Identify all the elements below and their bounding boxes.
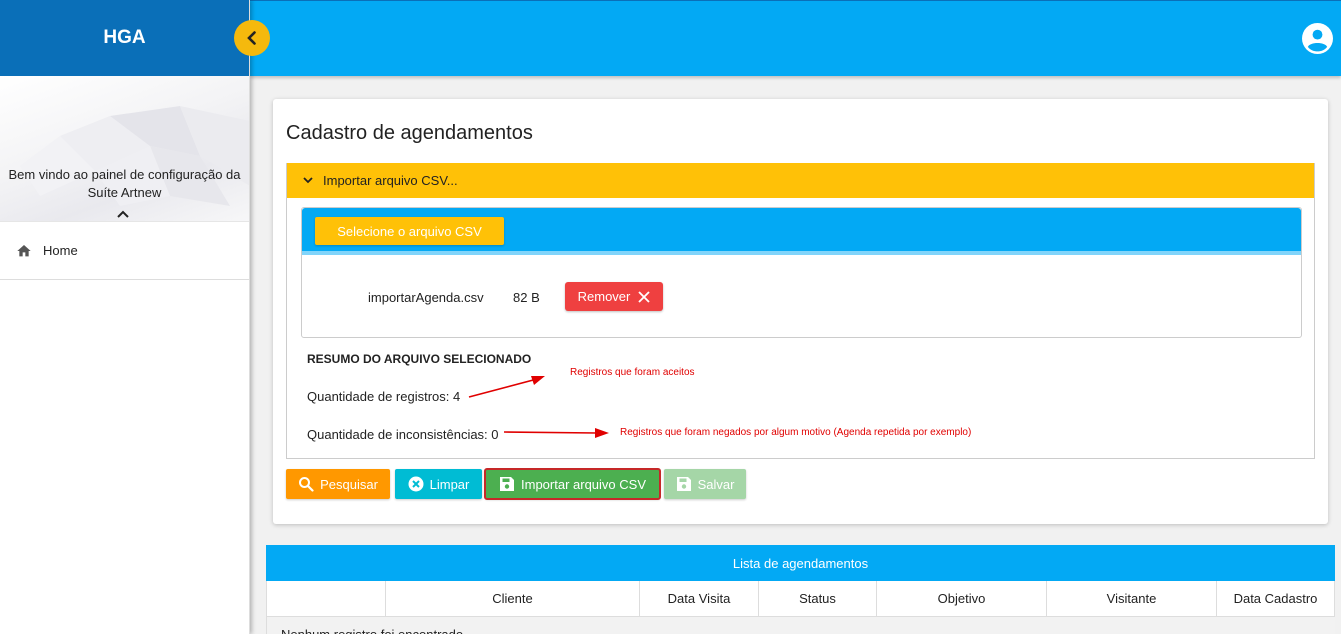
save-icon [500,477,514,491]
account-circle-icon[interactable] [1302,23,1333,54]
inconsistencies-count: Quantidade de inconsistências: 0 [307,427,499,442]
file-name: importarAgenda.csv [368,290,484,305]
accordion-header[interactable]: Importar arquivo CSV... [287,163,1314,198]
annotation-denied: Registros que foram negados por algum mo… [620,427,972,438]
records-count: Quantidade de registros: 4 [307,389,461,404]
column-header-objetivo[interactable]: Objetivo [877,581,1047,616]
chevron-down-icon [303,177,313,184]
sidebar-item-label: Home [43,243,78,258]
summary-title: RESUMO DO ARQUIVO SELECIONADO [307,352,532,366]
search-icon [299,477,314,492]
clear-button-label: Limpar [429,476,470,492]
import-csv-button-label: Importar arquivo CSV [521,476,646,492]
appointments-table: Lista de agendamentos Cliente Data Visit… [266,545,1335,634]
chevron-left-icon [247,31,256,45]
save-button[interactable]: Salvar [664,469,746,499]
remove-file-button[interactable]: Remover [565,282,663,311]
column-header-data-cadastro[interactable]: Data Cadastro [1217,581,1335,616]
column-header-select[interactable] [267,581,386,616]
import-csv-button[interactable]: Importar arquivo CSV [484,468,661,500]
save-icon [676,477,691,491]
file-upload: Selecione o arquivo CSV importarAgenda.c… [301,207,1302,338]
file-size: 82 B [513,290,540,305]
table-title: Lista de agendamentos [266,545,1335,581]
annotation-arrow-denied [503,428,609,438]
search-button-label: Pesquisar [320,476,378,492]
empty-message: Nenhum registro foi encontrado [266,617,1335,634]
column-header-visitante[interactable]: Visitante [1047,581,1217,616]
annotation-accepted: Registros que foram aceitos [570,367,695,378]
sidebar-toggle-button[interactable] [234,20,270,56]
sidebar-item-home[interactable]: Home [0,222,249,280]
annotation-arrow-accepted [468,376,545,398]
cancel-circle-icon [408,476,424,492]
clear-button[interactable]: Limpar [395,469,482,499]
remove-label: Remover [577,289,631,304]
main-card: Cadastro de agendamentos Importar arquiv… [273,99,1328,524]
upload-toolbar: Selecione o arquivo CSV [302,208,1301,255]
select-csv-button[interactable]: Selecione o arquivo CSV [315,217,504,245]
column-header-status[interactable]: Status [759,581,877,616]
chevron-up-icon[interactable] [117,207,129,221]
welcome-message: Bem vindo ao painel de configuração da S… [8,167,241,200]
import-accordion: Importar arquivo CSV... Selecione o arqu… [286,163,1315,459]
column-header-data-visita[interactable]: Data Visita [640,581,759,616]
close-icon [638,290,651,303]
sidebar: HGA Bem vindo ao painel de configuração … [0,0,250,634]
top-bar [250,0,1341,76]
column-header-cliente[interactable]: Cliente [386,581,640,616]
selected-file-row: importarAgenda.csv 82 B Remover [302,282,1301,312]
app-title: HGA [103,27,146,48]
search-button[interactable]: Pesquisar [286,469,390,499]
save-button-label: Salvar [697,476,735,492]
accordion-label: Importar arquivo CSV... [323,173,458,188]
sidebar-header: HGA [0,0,249,76]
sidebar-banner: Bem vindo ao painel de configuração da S… [0,76,249,222]
page-title: Cadastro de agendamentos [286,122,533,144]
home-icon [17,244,31,256]
table-header: Cliente Data Visita Status Objetivo Visi… [266,581,1335,617]
